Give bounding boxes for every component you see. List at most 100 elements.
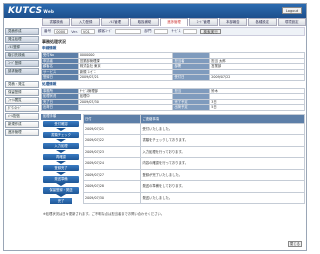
history-date: 2009/07/23 — [82, 145, 142, 159]
filter-label: Ver. — [71, 29, 78, 34]
sidebar: 見積作成 発注処理 ﾉﾙﾏ登録 取引先検索 ｺｰﾄﾞ登録 請求管理 見積・発注 … — [5, 18, 39, 137]
app-logo: KUTCSWeb — [8, 6, 55, 16]
tab-search[interactable]: 書類検索 — [42, 18, 71, 26]
sidebar-item[interactable]: ﾉﾙﾏ登録 — [5, 44, 39, 51]
sidebar-item[interactable]: 保留登録 — [5, 89, 39, 96]
history-date: 2009/07/30 — [82, 191, 142, 205]
customer-code-field[interactable] — [115, 29, 142, 34]
filter-label: 顧客ｺｰﾄﾞ — [97, 29, 113, 33]
down-arrow-icon — [56, 194, 66, 198]
tab-support[interactable]: 取扱補助 — [130, 18, 159, 26]
history-message: 発送いたしました。 — [140, 191, 305, 205]
history-date: 2009/07/28 — [82, 180, 142, 193]
history-message: 内容の確認を行っております。 — [140, 157, 305, 170]
sidebar-group-1: 見積作成 発注処理 ﾉﾙﾏ登録 取引先検索 ｺｰﾄﾞ登録 請求管理 — [5, 28, 39, 75]
history-date: 2009/07/21 — [82, 122, 142, 136]
history-date: 2009/07/24 — [82, 157, 142, 170]
version-field[interactable]: V01 — [80, 29, 95, 34]
field-value: 2009/07/22 — [209, 74, 305, 81]
down-arrow-icon — [56, 183, 66, 187]
sidebar-item[interactable]: 見積・発注 — [5, 81, 39, 88]
sidebar-item[interactable]: 進捗管理 — [5, 129, 39, 136]
field-label: 出荷日 — [41, 104, 79, 111]
history-date: 2009/07/22 — [82, 134, 142, 147]
page-title: 事務処理状況 — [42, 39, 66, 44]
number-field[interactable]: 0000 — [54, 29, 69, 34]
sidebar-item[interactable]: 新規作成 — [5, 121, 39, 128]
tab-progress[interactable]: 進捗管理 — [159, 18, 189, 26]
sidebar-item[interactable]: 発注処理 — [5, 36, 39, 43]
table-row: 登録日 2009/07/21 受付日 2009/07/22 — [41, 74, 305, 81]
flow-end: 完了 — [50, 198, 72, 205]
history-date: 2009/07/27 — [82, 168, 142, 182]
history-message: 発送の準備をしております。 — [140, 180, 305, 193]
flow-step: 登録完了 — [43, 164, 79, 172]
close-button[interactable]: 閉じる — [288, 241, 302, 247]
history-table: 日付 ご連絡事項 2009/07/21 受付いたしました。 2009/07/22… — [82, 113, 305, 205]
tab-quota[interactable]: ﾉﾙﾏ管理 — [100, 18, 130, 26]
department-field[interactable] — [154, 29, 169, 34]
table-header-row: 日付 ご連絡事項 — [82, 113, 305, 124]
flow-step: 受付確認 — [43, 120, 79, 128]
flow-step: 保留登録・発送 — [43, 187, 79, 194]
history-section: 処理手順 受付確認 書類チェック 入力処理 再確認 登録完了 発送準備 保留登録… — [41, 113, 305, 205]
table-row: 2009/07/22 書類をチェックしております。 — [82, 134, 305, 147]
sidebar-item[interactable]: ﾀﾞｳﾝﾛｰﾄﾞ — [5, 105, 39, 112]
field-label: 出荷予定 — [172, 104, 211, 111]
tab-codes[interactable]: ｺｰﾄﾞ管理 — [189, 18, 218, 26]
filter-bar: 番号 0000 Ver. V01 顧客ｺｰﾄﾞ 部門 ｻｰﾋﾞｽ 検索実行 — [41, 27, 305, 36]
search-button[interactable]: 検索実行 — [200, 29, 221, 34]
table-row: 2009/07/28 発送の準備をしております。 — [82, 180, 305, 193]
table-row: 2009/07/23 入力処理を行っております。 — [82, 145, 305, 159]
field-label: 受付日 — [172, 74, 211, 81]
down-arrow-icon — [56, 138, 66, 142]
tab-input[interactable]: 入力登録 — [71, 18, 100, 26]
filter-label: 番号 — [44, 29, 52, 33]
main-tabs: 書類検索 入力登録 ﾉﾙﾏ管理 取扱補助 進捗管理 ｺｰﾄﾞ管理 本部報告 各種… — [42, 18, 306, 26]
sidebar-item[interactable]: 見積作成 — [5, 28, 39, 35]
application-info-table: 受付No 0000000 申請者 営業部管理課 担当者 担当 太郎 顧客名 株式… — [41, 52, 305, 81]
history-message: 登録が完了いたしました。 — [140, 168, 305, 182]
processing-info-table: 事務所 ｻｰﾋﾞｽ管理部 担当 鈴木 処理状況 処理中 完了日 2009/07/… — [41, 87, 305, 111]
down-arrow-icon — [56, 127, 66, 131]
footnote: ※処理状況は日々更新されます。ご不明な点は担当者までお問い合わせください。 — [43, 212, 165, 217]
logout-button[interactable]: Logout — [282, 7, 302, 14]
history-message: 受付いたしました。 — [140, 122, 305, 136]
sidebar-item[interactable]: 請求管理 — [5, 68, 39, 75]
field-label: 登録日 — [41, 74, 79, 81]
main-content: 番号 0000 Ver. V01 顧客ｺｰﾄﾞ 部門 ｻｰﾋﾞｽ 検索実行 事務… — [41, 27, 305, 249]
field-value: 2009/07/21 — [77, 74, 174, 81]
tab-environment[interactable]: 環境設定 — [277, 18, 306, 26]
history-message: 書類をチェックしております。 — [140, 134, 305, 147]
column-header: 日付 — [82, 113, 142, 124]
tab-report[interactable]: 本部報告 — [218, 18, 248, 26]
down-arrow-icon — [56, 171, 66, 175]
flow-header: 処理手順 — [41, 113, 81, 120]
section-title: 申請情報 — [42, 46, 57, 50]
section-title: 処理情報 — [42, 81, 57, 86]
table-row: 2009/07/24 内容の確認を行っております。 — [82, 157, 305, 170]
sidebar-item[interactable]: 取引先検索 — [5, 52, 39, 59]
sidebar-item[interactable]: ﾒｰﾙ配信 — [5, 113, 39, 120]
sidebar-group-2: 見積・発注 保留登録 ﾌｧｲﾙ閲覧 ﾀﾞｳﾝﾛｰﾄﾞ ﾒｰﾙ配信 新規作成 進捗… — [5, 81, 39, 136]
flow-step: 入力処理 — [43, 142, 79, 150]
column-header: ご連絡事項 — [140, 113, 305, 124]
app-frame: KUTCSWeb Logout 見積作成 発注処理 ﾉﾙﾏ登録 取引先検索 ｺｰ… — [3, 3, 307, 251]
tab-settings[interactable]: 各種設定 — [248, 18, 277, 26]
field-value: 5日 — [209, 104, 305, 111]
table-row: 2009/07/27 登録が完了いたしました。 — [82, 168, 305, 182]
down-arrow-icon — [56, 160, 66, 164]
table-row: 2009/07/30 発送いたしました。 — [82, 191, 305, 205]
process-flow: 処理手順 受付確認 書類チェック 入力処理 再確認 登録完了 発送準備 保留登録… — [41, 113, 81, 205]
service-field[interactable] — [183, 29, 198, 34]
filter-label: ｻｰﾋﾞｽ — [171, 29, 181, 33]
sidebar-item[interactable]: ｺｰﾄﾞ登録 — [5, 60, 39, 67]
sidebar-item[interactable]: ﾌｧｲﾙ閲覧 — [5, 97, 39, 104]
flow-step: 書類チェック — [43, 131, 79, 139]
down-arrow-icon — [56, 149, 66, 153]
table-row: 出荷日 出荷予定 5日 — [41, 104, 305, 111]
app-header: KUTCSWeb Logout — [4, 4, 306, 18]
table-row: 2009/07/21 受付いたしました。 — [82, 122, 305, 136]
field-value — [77, 104, 174, 111]
filter-label: 部門 — [144, 29, 152, 33]
